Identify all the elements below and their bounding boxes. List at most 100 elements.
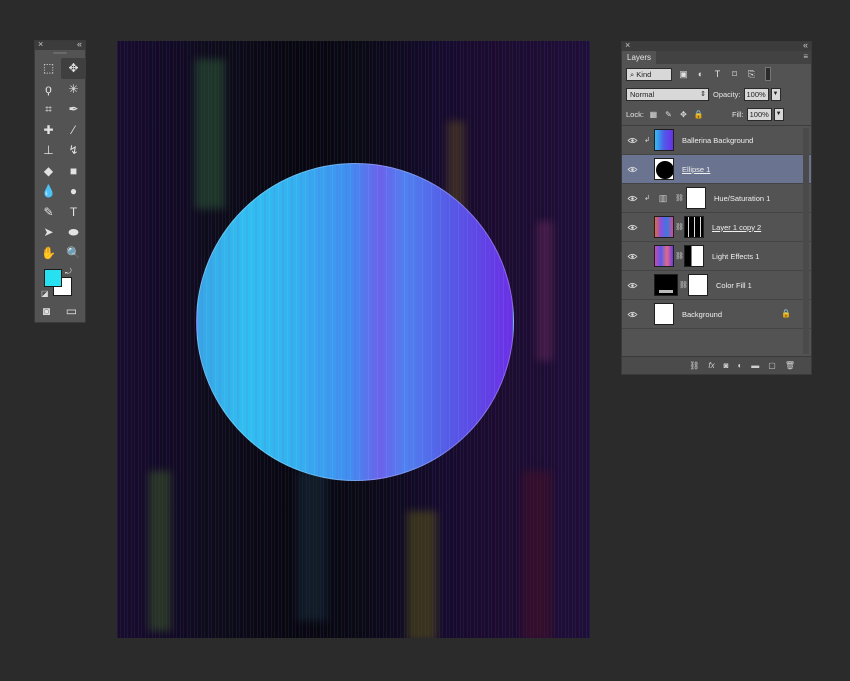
tools-panel: × « ⬚ ✥ ϙ ✳ ⌗ ✒ ✚ ⁄ ⊥ ↯ ◆ ■ 💧 ● ✎ T ➤ ⬬ ✋ 🔍 ⤾ ◪ ◙ ▭ bbox=[34, 39, 86, 323]
opacity-dropdown[interactable]: ▼ bbox=[770, 87, 781, 101]
hue-saturation-adjustment-icon: ▥ bbox=[658, 192, 668, 203]
layer-row-ballerina-background[interactable]: ↲ Ballerina Background bbox=[622, 126, 811, 155]
panel-grip[interactable] bbox=[35, 50, 85, 56]
ellipse-shape[interactable] bbox=[196, 163, 514, 481]
clipping-arrow-icon: ↲ bbox=[644, 195, 650, 202]
layer-row-color-fill-1[interactable]: ⛓ Color Fill 1 bbox=[622, 271, 811, 300]
adjustment-filter-icon[interactable]: ◐ bbox=[695, 69, 706, 80]
mask-icon[interactable]: ◙ bbox=[724, 361, 729, 370]
gradient-icon[interactable]: ■ bbox=[61, 161, 86, 182]
hand-tool-icon[interactable]: ✋ bbox=[36, 243, 61, 264]
trash-icon[interactable]: 🗑 bbox=[785, 361, 795, 370]
lock-icon[interactable]: 🔒 bbox=[781, 309, 791, 318]
eraser-icon[interactable]: ◆ bbox=[36, 161, 61, 182]
link-icon[interactable]: ⛓ bbox=[689, 361, 699, 370]
layer-mask-thumbnail bbox=[684, 216, 704, 238]
layer-name: Ballerina Background bbox=[682, 135, 754, 145]
layer-thumbnail bbox=[654, 216, 674, 238]
visibility-eye-icon[interactable] bbox=[622, 282, 642, 289]
pixel-filter-icon[interactable]: ▣ bbox=[678, 69, 689, 80]
visibility-eye-icon[interactable] bbox=[622, 166, 642, 173]
layers-panel-titlebar[interactable]: × « bbox=[622, 40, 811, 51]
fill-field[interactable]: 100% bbox=[746, 108, 772, 121]
layer-row-light-effects-1[interactable]: ⛓ Light Effects 1 bbox=[622, 242, 811, 271]
magic-wand-icon[interactable]: ✳ bbox=[61, 79, 86, 100]
blend-mode-select[interactable]: Normal bbox=[626, 87, 709, 101]
visibility-eye-icon[interactable] bbox=[622, 253, 642, 260]
new-layer-icon[interactable]: ▢ bbox=[768, 361, 776, 370]
smart-object-filter-icon[interactable]: ⎘ bbox=[746, 69, 757, 80]
ellipse-tool-icon[interactable]: ⬬ bbox=[61, 222, 86, 243]
light-streak bbox=[407, 511, 437, 638]
zoom-tool-icon[interactable]: 🔍 bbox=[61, 243, 86, 264]
clipping-arrow-icon: ↲ bbox=[644, 137, 650, 144]
adjustment-icon[interactable]: ◐ bbox=[737, 361, 742, 370]
clone-stamp-icon[interactable]: ⊥ bbox=[36, 140, 61, 161]
brush-tool-icon[interactable]: ⁄ bbox=[61, 120, 86, 141]
collapse-icon[interactable]: « bbox=[77, 39, 82, 49]
light-streak bbox=[195, 59, 225, 209]
swap-colors-icon[interactable]: ⤾ bbox=[65, 267, 72, 277]
light-streak bbox=[537, 221, 553, 361]
layer-name: Background bbox=[682, 309, 723, 319]
fill-label: Fill: bbox=[731, 110, 744, 119]
blur-tool-icon[interactable]: 💧 bbox=[36, 181, 61, 202]
move-tool-icon[interactable]: ✥ bbox=[61, 58, 86, 79]
close-icon[interactable]: × bbox=[38, 39, 43, 49]
close-icon[interactable]: × bbox=[625, 40, 630, 50]
light-streak bbox=[149, 471, 171, 631]
lock-pixels-icon[interactable]: ✎ bbox=[663, 109, 674, 120]
crop-tool-icon[interactable]: ⌗ bbox=[36, 99, 61, 120]
layer-thumbnail bbox=[654, 129, 674, 151]
type-tool-icon[interactable]: T bbox=[61, 202, 86, 223]
lock-row: Lock: ▦ ✎ ✥ 🔒 Fill: 100% ▼ bbox=[622, 104, 811, 126]
fx-icon[interactable]: fx bbox=[708, 361, 714, 370]
dodge-tool-icon[interactable]: ● bbox=[61, 181, 86, 202]
collapse-icon[interactable]: « bbox=[803, 40, 808, 50]
mask-link-icon[interactable]: ⛓ bbox=[675, 223, 684, 231]
foreground-color-swatch[interactable] bbox=[44, 269, 62, 287]
layer-row-layer-1-copy-2[interactable]: ⛓ Layer 1 copy 2 bbox=[622, 213, 811, 242]
visibility-eye-icon[interactable] bbox=[622, 137, 642, 144]
type-filter-icon[interactable]: T bbox=[712, 69, 723, 80]
pen-tool-icon[interactable]: ✎ bbox=[36, 202, 61, 223]
visibility-eye-icon[interactable] bbox=[622, 311, 642, 318]
visibility-eye-icon[interactable] bbox=[622, 195, 642, 202]
panel-menu-icon[interactable]: ≡ bbox=[803, 51, 808, 63]
layer-row-background[interactable]: Background 🔒 bbox=[622, 300, 811, 329]
marquee-tool-icon[interactable]: ⬚ bbox=[36, 58, 61, 79]
document-canvas[interactable] bbox=[117, 41, 590, 638]
lock-transparent-icon[interactable]: ▦ bbox=[648, 109, 659, 120]
lasso-tool-icon[interactable]: ϙ bbox=[36, 79, 61, 100]
fill-dropdown[interactable]: ▼ bbox=[773, 108, 784, 121]
light-streak bbox=[297, 471, 327, 621]
layer-thumbnail bbox=[654, 245, 674, 267]
layer-name: Light Effects 1 bbox=[712, 251, 760, 261]
visibility-eye-icon[interactable] bbox=[622, 224, 642, 231]
filter-kind-select[interactable]: ⌕ Kind bbox=[626, 67, 672, 81]
mask-link-icon[interactable]: ⛓ bbox=[675, 252, 684, 260]
opacity-field[interactable]: 100% bbox=[743, 87, 769, 101]
eyedropper-icon[interactable]: ✒ bbox=[61, 99, 86, 120]
lock-all-icon[interactable]: 🔒 bbox=[693, 109, 704, 120]
layer-row-ellipse-1[interactable]: Ellipse 1 bbox=[622, 155, 811, 184]
path-selection-icon[interactable]: ➤ bbox=[36, 222, 61, 243]
tool-grid: ⬚ ✥ ϙ ✳ ⌗ ✒ ✚ ⁄ ⊥ ↯ ◆ ■ 💧 ● ✎ T ➤ ⬬ ✋ 🔍 bbox=[35, 56, 86, 264]
group-folder-icon[interactable]: ▬ bbox=[751, 361, 759, 370]
mask-link-icon[interactable]: ⛓ bbox=[675, 194, 684, 202]
filter-toggle[interactable] bbox=[765, 67, 771, 81]
tab-layers[interactable]: Layers bbox=[622, 51, 657, 64]
healing-brush-icon[interactable]: ✚ bbox=[36, 120, 61, 141]
default-colors-icon[interactable]: ◪ bbox=[41, 289, 49, 298]
screen-mode-icon[interactable]: ▭ bbox=[66, 304, 77, 318]
mask-link-icon[interactable]: ⛓ bbox=[679, 281, 688, 289]
quick-mask-icon[interactable]: ◙ bbox=[43, 304, 50, 318]
lock-position-icon[interactable]: ✥ bbox=[678, 109, 689, 120]
layer-row-hue-saturation-1[interactable]: ↲ ▥ ⛓ Hue/Saturation 1 bbox=[622, 184, 811, 213]
layer-filter-row: ⌕ Kind ▣ ◐ T ⌑ ⎘ bbox=[622, 64, 811, 84]
layers-scrollbar[interactable] bbox=[803, 128, 809, 354]
shape-filter-icon[interactable]: ⌑ bbox=[729, 69, 740, 80]
history-brush-icon[interactable]: ↯ bbox=[61, 140, 86, 161]
blend-row: Normal Opacity: 100% ▼ bbox=[622, 84, 811, 104]
tools-panel-titlebar[interactable]: × « bbox=[35, 39, 85, 50]
